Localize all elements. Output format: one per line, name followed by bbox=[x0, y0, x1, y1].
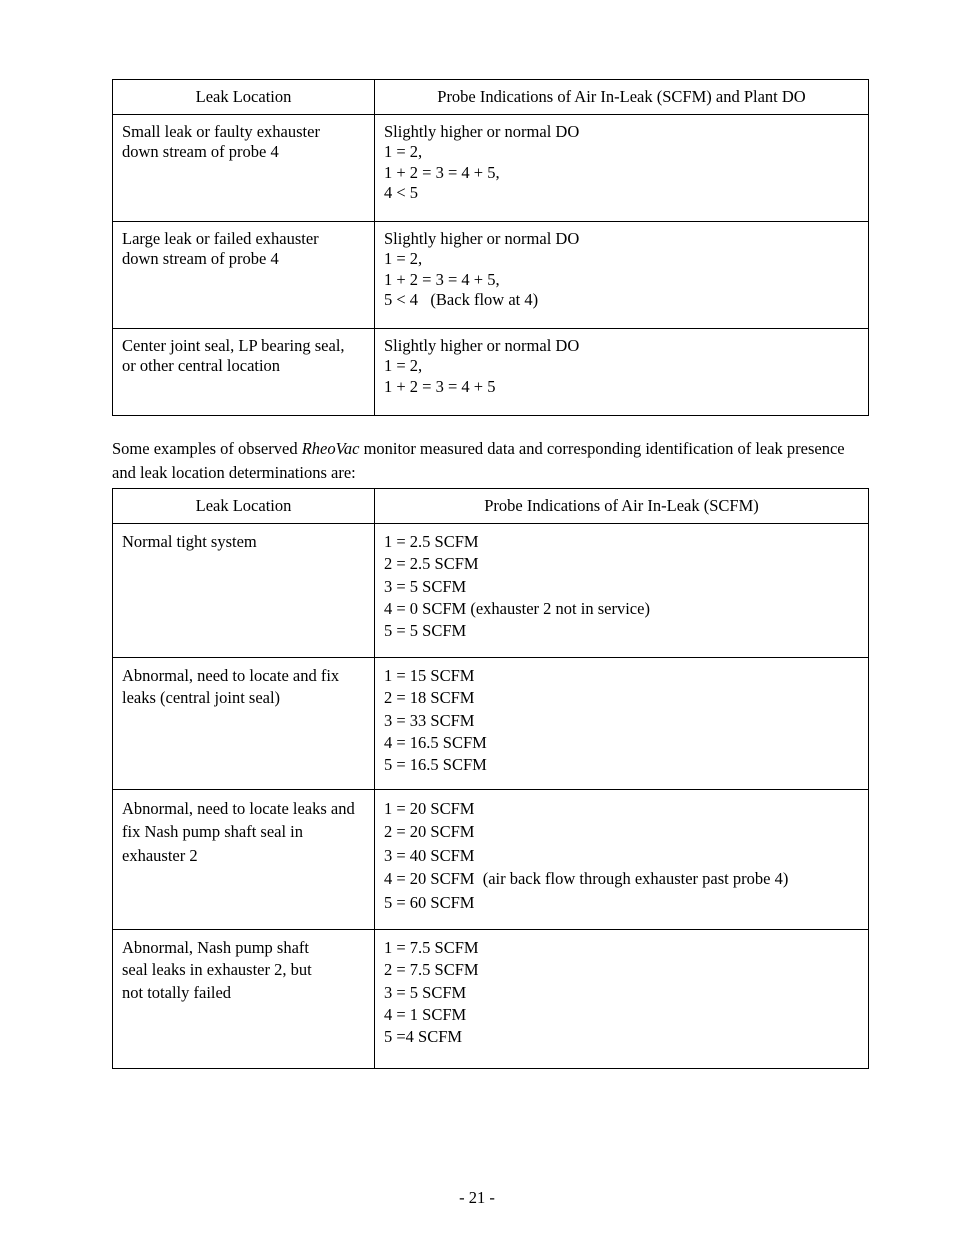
text-line: Slightly higher or normal DO bbox=[384, 229, 580, 248]
text-line: 1 = 20 SCFM bbox=[384, 799, 475, 818]
text-line: Large leak or failed exhauster bbox=[122, 229, 319, 248]
text-line: or other central location bbox=[122, 356, 281, 376]
header-text: Probe Indications of Air In-Leak (SCFM) … bbox=[437, 87, 806, 106]
table-row: Normal tight system 1 = 2.5 SCFM 2 = 2.5… bbox=[112, 523, 869, 658]
column-header-leak-location: Leak Location bbox=[112, 79, 375, 115]
text-line: Abnormal, Nash pump shaft bbox=[122, 938, 309, 957]
table-row: Abnormal, Nash pump shaft seal leaks in … bbox=[112, 929, 869, 1069]
text-line: 4 = 1 SCFM bbox=[384, 1004, 467, 1024]
intro-paragraph: Some examples of observed RheoVac monito… bbox=[112, 437, 872, 485]
text-line: Normal tight system bbox=[122, 532, 257, 551]
column-header-probe-indications: Probe Indications of Air In-Leak (SCFM) bbox=[374, 488, 869, 524]
table-row: Large leak or failed exhauster down stre… bbox=[112, 221, 869, 329]
cell-probe-indications: Slightly higher or normal DO 1 = 2, 1 + … bbox=[374, 114, 869, 222]
text-line: 2 = 18 SCFM bbox=[384, 688, 475, 708]
text-line: 2 = 2.5 SCFM bbox=[384, 554, 479, 574]
cell-leak-location: Center joint seal, LP bearing seal, or o… bbox=[112, 328, 375, 416]
text-line: exhauster 2 bbox=[122, 845, 198, 865]
text-line: 3 = 40 SCFM bbox=[384, 845, 475, 865]
text-line: Abnormal, need to locate leaks and bbox=[122, 799, 355, 818]
text-line: 4 = 0 SCFM (exhauster 2 not in service) bbox=[384, 598, 650, 618]
table-header-row: Leak Location Probe Indications of Air I… bbox=[112, 79, 869, 115]
column-header-leak-location: Leak Location bbox=[112, 488, 375, 524]
table-row: Abnormal, need to locate leaks and fix N… bbox=[112, 789, 869, 930]
cell-leak-location: Abnormal, Nash pump shaft seal leaks in … bbox=[112, 929, 375, 1069]
page-number: - 21 - bbox=[459, 1188, 495, 1207]
cell-leak-location: Normal tight system bbox=[112, 523, 375, 658]
text-line: Abnormal, need to locate and fix bbox=[122, 666, 340, 685]
text-line: 1 + 2 = 3 = 4 + 5 bbox=[384, 376, 496, 396]
header-text: Probe Indications of Air In-Leak (SCFM) bbox=[484, 496, 759, 515]
leak-location-examples-table: Leak Location Probe Indications of Air I… bbox=[112, 488, 869, 1069]
text-line: 1 = 7.5 SCFM bbox=[384, 938, 479, 957]
text-line: 4 = 16.5 SCFM bbox=[384, 732, 487, 752]
paragraph-product-name: RheoVac bbox=[301, 438, 360, 458]
text-line: Slightly higher or normal DO bbox=[384, 122, 580, 141]
text-line: 1 = 15 SCFM bbox=[384, 666, 475, 685]
text-line: 2 = 20 SCFM bbox=[384, 822, 475, 842]
cell-leak-location: Abnormal, need to locate and fix leaks (… bbox=[112, 657, 375, 790]
text-line: 3 = 5 SCFM bbox=[384, 982, 467, 1002]
document-page: Leak Location Probe Indications of Air I… bbox=[0, 0, 954, 1235]
text-line: 4 = 20 SCFM (air back flow through exhau… bbox=[384, 869, 789, 889]
leak-location-do-table: Leak Location Probe Indications of Air I… bbox=[112, 79, 869, 416]
table-row: Small leak or faulty exhauster down stre… bbox=[112, 114, 869, 222]
cell-probe-indications: 1 = 15 SCFM 2 = 18 SCFM 3 = 33 SCFM 4 = … bbox=[374, 657, 869, 790]
header-text: Leak Location bbox=[195, 496, 292, 515]
text-line: fix Nash pump shaft seal in bbox=[122, 822, 304, 842]
paragraph-text-before: Some examples of observed bbox=[112, 438, 302, 458]
text-line: 4 < 5 bbox=[384, 183, 419, 203]
text-line: 1 + 2 = 3 = 4 + 5, bbox=[384, 162, 500, 182]
text-line: Center joint seal, LP bearing seal, bbox=[122, 336, 345, 355]
text-line: 3 = 33 SCFM bbox=[384, 710, 475, 730]
text-line: 1 = 2, bbox=[384, 249, 423, 269]
text-line: 1 + 2 = 3 = 4 + 5, bbox=[384, 269, 500, 289]
cell-probe-indications: 1 = 2.5 SCFM 2 = 2.5 SCFM 3 = 5 SCFM 4 =… bbox=[374, 523, 869, 658]
text-line: 5 < 4 (Back flow at 4) bbox=[384, 290, 539, 310]
text-line: 5 = 5 SCFM bbox=[384, 621, 467, 641]
cell-leak-location: Small leak or faulty exhauster down stre… bbox=[112, 114, 375, 222]
cell-leak-location: Large leak or failed exhauster down stre… bbox=[112, 221, 375, 329]
header-text: Leak Location bbox=[195, 87, 292, 106]
cell-probe-indications: Slightly higher or normal DO 1 = 2, 1 + … bbox=[374, 221, 869, 329]
cell-probe-indications: Slightly higher or normal DO 1 = 2, 1 + … bbox=[374, 328, 869, 416]
text-line: 5 = 60 SCFM bbox=[384, 892, 475, 912]
text-line: Slightly higher or normal DO bbox=[384, 336, 580, 355]
text-line: 3 = 5 SCFM bbox=[384, 576, 467, 596]
text-line: seal leaks in exhauster 2, but bbox=[122, 960, 312, 980]
text-line: leaks (central joint seal) bbox=[122, 688, 281, 708]
table-row: Abnormal, need to locate and fix leaks (… bbox=[112, 657, 869, 790]
cell-probe-indications: 1 = 20 SCFM 2 = 20 SCFM 3 = 40 SCFM 4 = … bbox=[374, 789, 869, 930]
text-line: not totally failed bbox=[122, 982, 232, 1002]
text-line: 1 = 2, bbox=[384, 142, 423, 162]
text-line: 1 = 2, bbox=[384, 356, 423, 376]
text-line: 5 = 16.5 SCFM bbox=[384, 755, 487, 775]
text-line: down stream of probe 4 bbox=[122, 249, 279, 269]
cell-probe-indications: 1 = 7.5 SCFM 2 = 7.5 SCFM 3 = 5 SCFM 4 =… bbox=[374, 929, 869, 1069]
table-header-row: Leak Location Probe Indications of Air I… bbox=[112, 488, 869, 524]
text-line: 2 = 7.5 SCFM bbox=[384, 960, 479, 980]
table-row: Center joint seal, LP bearing seal, or o… bbox=[112, 328, 869, 416]
text-line: Small leak or faulty exhauster bbox=[122, 122, 320, 141]
text-line: down stream of probe 4 bbox=[122, 142, 279, 162]
cell-leak-location: Abnormal, need to locate leaks and fix N… bbox=[112, 789, 375, 930]
text-line: 5 =4 SCFM bbox=[384, 1027, 463, 1047]
column-header-probe-indications: Probe Indications of Air In-Leak (SCFM) … bbox=[374, 79, 869, 115]
text-line: 1 = 2.5 SCFM bbox=[384, 532, 479, 551]
